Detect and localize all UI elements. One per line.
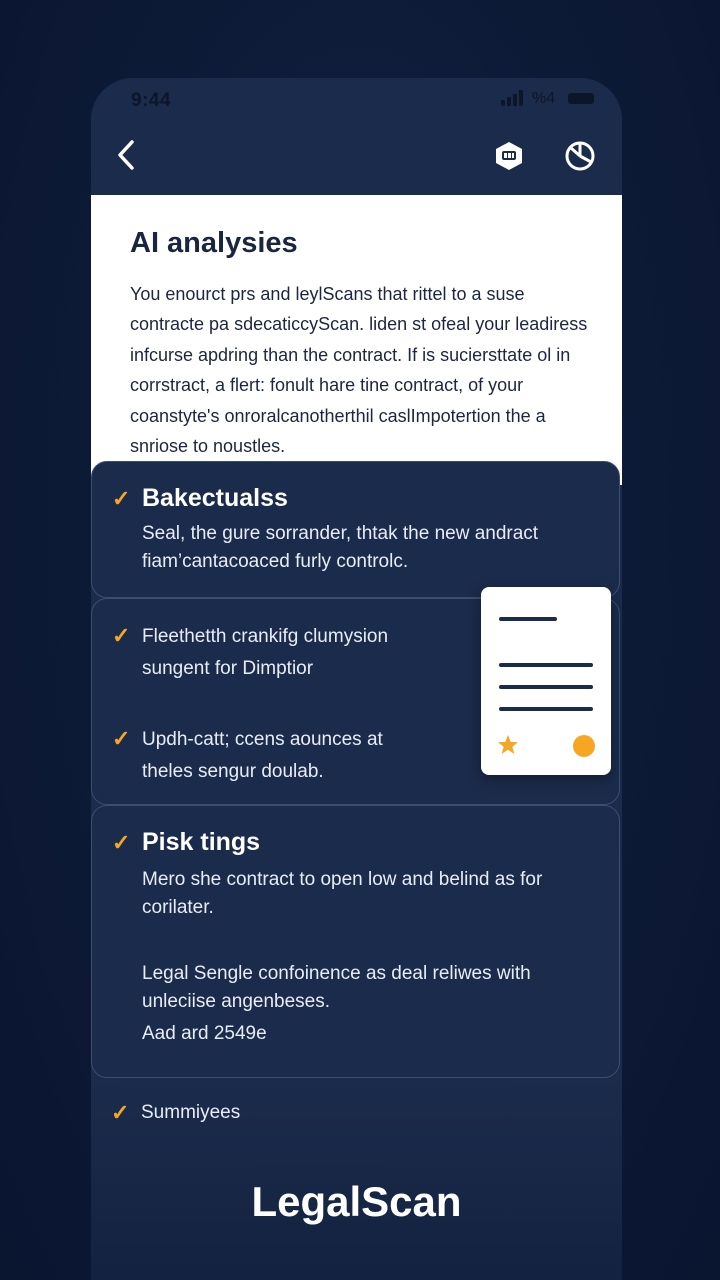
status-bar: 9:44 %4 [91,78,622,122]
check-icon: ✓ [112,486,131,511]
check-item-1: Fleethetth crankifg clumysion sungent fo… [142,626,389,679]
backgrounds-text: Seal, the gure sorrander, thtak the new … [142,523,539,572]
summary-label: Summiyees [141,1102,241,1123]
risk-title: Pisk tings [142,828,261,856]
battery-icon [568,93,594,104]
risk-card[interactable]: ✓ Pisk tings Mero she contract to open l… [91,805,620,1078]
risk-text-1: Mero she contract to open low and belind… [142,869,543,918]
status-dot [573,735,595,757]
check-icon: ✓ [112,830,131,855]
intro-panel: AI analysies You enourct prs and leylSca… [91,195,622,485]
check-icon: ✓ [111,1100,130,1125]
document-illustration [481,587,611,775]
risk-text-3: Aad ard 2549e [142,1023,267,1044]
backgrounds-card[interactable]: ✓ Bakectualss Seal, the gure sorrander, … [91,461,620,598]
shield-icon [496,142,522,170]
phone-frame: 9:44 %4 AI analysies You enourct prs and… [91,78,622,1280]
star-icon [498,735,518,754]
chevron-left-icon [118,140,134,170]
risk-text-2: Legal Sengle confoinence as deal reliwes… [142,963,531,1012]
brand-logo-text: LegalScan [251,1178,462,1225]
shield-button[interactable] [493,140,525,172]
check-icon: ✓ [112,623,131,648]
check-item-2: Updh-catt; ccens aounces at theles sengu… [142,729,383,782]
top-nav-bar [91,122,622,195]
back-button[interactable] [111,138,143,172]
page-title: AI analysies [130,227,298,259]
pie-chart-icon [565,141,595,171]
signal-icon [501,90,525,106]
status-time: 9:44 [131,90,172,111]
stats-button[interactable] [563,139,597,173]
intro-description: You enourct prs and leylScans that ritte… [130,284,588,457]
backgrounds-title: Bakectualss [142,484,288,512]
check-icon: ✓ [112,726,131,751]
battery-percent: %4 [532,90,556,107]
